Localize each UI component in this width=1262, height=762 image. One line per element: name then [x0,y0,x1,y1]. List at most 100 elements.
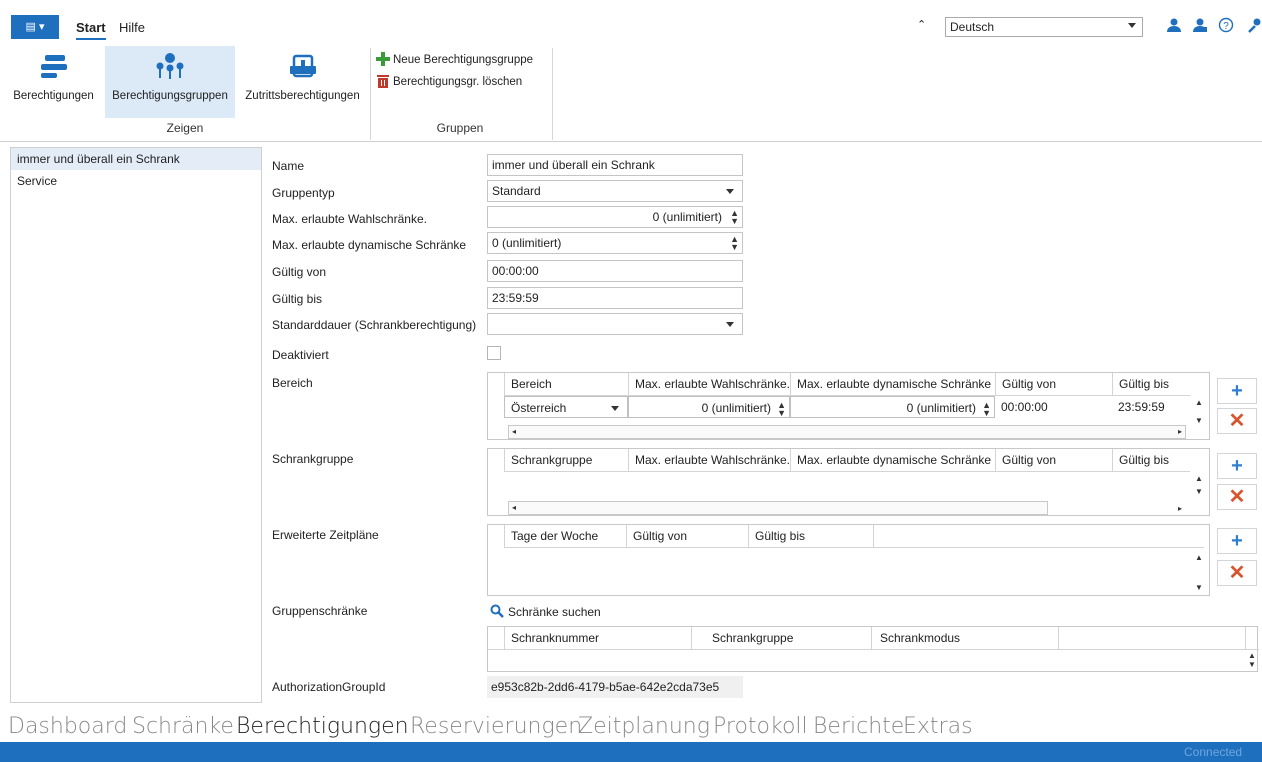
chevron-down-icon [726,189,734,194]
berechtigungen-button[interactable]: Berechtigungen [2,46,105,118]
bereich-cell-value: Österreich [511,401,567,415]
standarddauer-select[interactable] [487,313,743,335]
tab-start[interactable]: Start [76,20,106,40]
column-header[interactable]: Gültig von [995,449,1112,471]
app-menu-button[interactable]: ▤ ▾ [11,15,59,39]
chevron-down-icon [1128,23,1136,28]
column-header[interactable]: Tage der Woche [504,525,626,547]
add-schrankgruppe-button[interactable]: + [1217,453,1257,479]
column-header[interactable]: Gültig bis [748,525,874,547]
neue-gruppe-button[interactable]: Neue Berechtigungsgruppe [376,51,533,69]
max-wahl-stepper[interactable]: 0 (unlimitiert) ▲ ▼ [487,206,743,228]
column-header[interactable]: Max. erlaubte Wahlschränke. [628,449,790,471]
help-icon[interactable]: ? [1216,17,1236,37]
bereich-maxwahl-cell[interactable]: 0 (unlimitiert) ▲ ▼ [628,396,790,418]
neue-gruppe-label: Neue Berechtigungsgruppe [393,54,534,66]
gueltig-von-input[interactable]: 00:00:00 [487,260,743,282]
nav-schraenke[interactable]: Schränke [132,714,234,739]
language-select[interactable]: Deutsch [945,17,1143,37]
deaktiviert-checkbox[interactable] [487,346,501,360]
list-item[interactable]: immer und überall ein Schrank [11,148,261,170]
scroll-up-icon[interactable]: ▲ [1248,651,1256,660]
bereich-von-cell[interactable]: 00:00:00 [995,396,1048,418]
column-header[interactable]: Gültig von [995,373,1112,395]
scroll-down-icon[interactable]: ▼ [1195,487,1203,496]
arrow-right-icon[interactable]: ▸ [1178,504,1182,513]
schrankgruppe-label: Schrankgruppe [272,452,354,466]
arrow-right-icon[interactable]: ▸ [1178,427,1182,436]
bereich-maxdyn-cell[interactable]: 0 (unlimitiert) ▲ ▼ [790,396,995,418]
add-zeitplan-button[interactable]: + [1217,528,1257,554]
spinner-icon[interactable]: ▲ ▼ [777,401,786,418]
wrench-icon[interactable] [1244,17,1262,37]
scroll-down-icon[interactable]: ▼ [1195,416,1203,425]
zutrittsberechtigungen-label: Zutrittsberechtigungen [245,90,360,102]
max-wahl-label: Max. erlaubte Wahlschränke. [272,212,427,226]
list-item[interactable]: Service [11,170,261,192]
nav-protokoll[interactable]: Protokoll [713,714,808,739]
nav-reservierungen[interactable]: Reservierungen [410,714,582,739]
add-bereich-button[interactable]: + [1217,378,1257,404]
spinner-icon[interactable]: ▲ ▼ [730,235,739,252]
plus-icon [376,52,390,66]
arrow-left-icon[interactable]: ◂ [512,503,516,512]
berechtigungsgruppen-button[interactable]: Berechtigungsgruppen [105,46,235,118]
group-separator [370,48,371,140]
scroll-down-icon[interactable]: ▼ [1195,583,1203,592]
arrow-left-icon[interactable]: ◂ [512,427,516,436]
spinner-icon[interactable]: ▲ ▼ [982,401,991,418]
zutrittsberechtigungen-button[interactable]: Zutrittsberechtigungen [237,46,368,118]
horizontal-scrollbar[interactable]: ◂ ▸ [508,425,1186,439]
gruppentyp-select[interactable]: Standard [487,180,743,202]
remove-schrankgruppe-button[interactable]: ✕ [1217,484,1257,510]
max-dyn-label: Max. erlaubte dynamische Schränke [272,238,467,252]
nav-berichte[interactable]: Berichte [813,714,904,739]
scroll-down-icon[interactable]: ▼ [1248,660,1256,669]
column-header[interactable]: Bereich [504,373,628,395]
scroll-up-icon[interactable]: ▲ [1195,398,1203,407]
max-wahl-value: 0 (unlimitiert) [652,210,722,224]
user-icon[interactable] [1164,17,1184,37]
column-header[interactable]: Max. erlaubte dynamische Schränke [790,373,995,395]
zeitplaene-grid: Tage der Woche Gültig von Gültig bis ▲ ▼ [487,524,1210,596]
column-header[interactable]: Schrankgruppe [504,449,628,471]
svg-text:?: ? [1223,21,1229,32]
bereich-grid: Bereich Max. erlaubte Wahlschränke. Max.… [487,372,1210,440]
max-dyn-stepper[interactable]: 0 (unlimitiert) ▲ ▼ [487,232,743,254]
nav-berechtigungen[interactable]: Berechtigungen [236,714,409,739]
collapse-ribbon-icon[interactable]: ⌃ [917,18,926,31]
nav-zeitplanung[interactable]: Zeitplanung [578,714,710,739]
column-header[interactable]: Gültig von [626,525,748,547]
gueltig-bis-label: Gültig bis [272,292,323,306]
nav-dashboard[interactable]: Dashboard [8,714,127,739]
remove-zeitplan-button[interactable]: ✕ [1217,560,1257,586]
bottom-navigation: Dashboard Schränke Berechtigungen Reserv… [0,712,1262,742]
bereich-bis-cell[interactable]: 23:59:59 [1112,396,1165,418]
gruppe-loeschen-button[interactable]: Berechtigungsgr. löschen [376,73,522,91]
bereich-cell-select[interactable]: Österreich [504,396,628,418]
divider [1245,627,1246,649]
schraenke-suchen-label: Schränke suchen [508,605,601,619]
spinner-icon[interactable]: ▲ ▼ [730,209,739,226]
gueltig-von-label: Gültig von [272,265,327,279]
column-header[interactable]: Max. erlaubte dynamische Schränke [790,449,995,471]
berechtigungsgruppen-label: Berechtigungsgruppen [112,90,228,102]
scroll-up-icon[interactable]: ▲ [1195,474,1203,483]
tab-hilfe[interactable]: Hilfe [119,20,145,35]
column-header[interactable]: Max. erlaubte Wahlschränke. [628,373,790,395]
language-value: Deutsch [950,20,995,34]
horizontal-scrollbar[interactable]: ◂ [508,501,1048,515]
nav-extras[interactable]: Extras [903,714,973,739]
name-input[interactable]: immer und überall ein Schrank [487,154,743,176]
user-settings-icon[interactable] [1190,17,1210,37]
column-header[interactable]: Schrankgruppe [691,627,871,649]
column-header[interactable]: Gültig bis [1112,373,1190,395]
schraenke-suchen-button[interactable]: Schränke suchen [490,604,601,619]
column-header[interactable]: Schrankmodus [871,627,1059,649]
remove-bereich-button[interactable]: ✕ [1217,408,1257,434]
gruppentyp-value: Standard [492,184,541,198]
gueltig-bis-input[interactable]: 23:59:59 [487,287,743,309]
column-header[interactable]: Gültig bis [1112,449,1190,471]
scroll-up-icon[interactable]: ▲ [1195,553,1203,562]
column-header[interactable]: Schranknummer [504,627,691,649]
